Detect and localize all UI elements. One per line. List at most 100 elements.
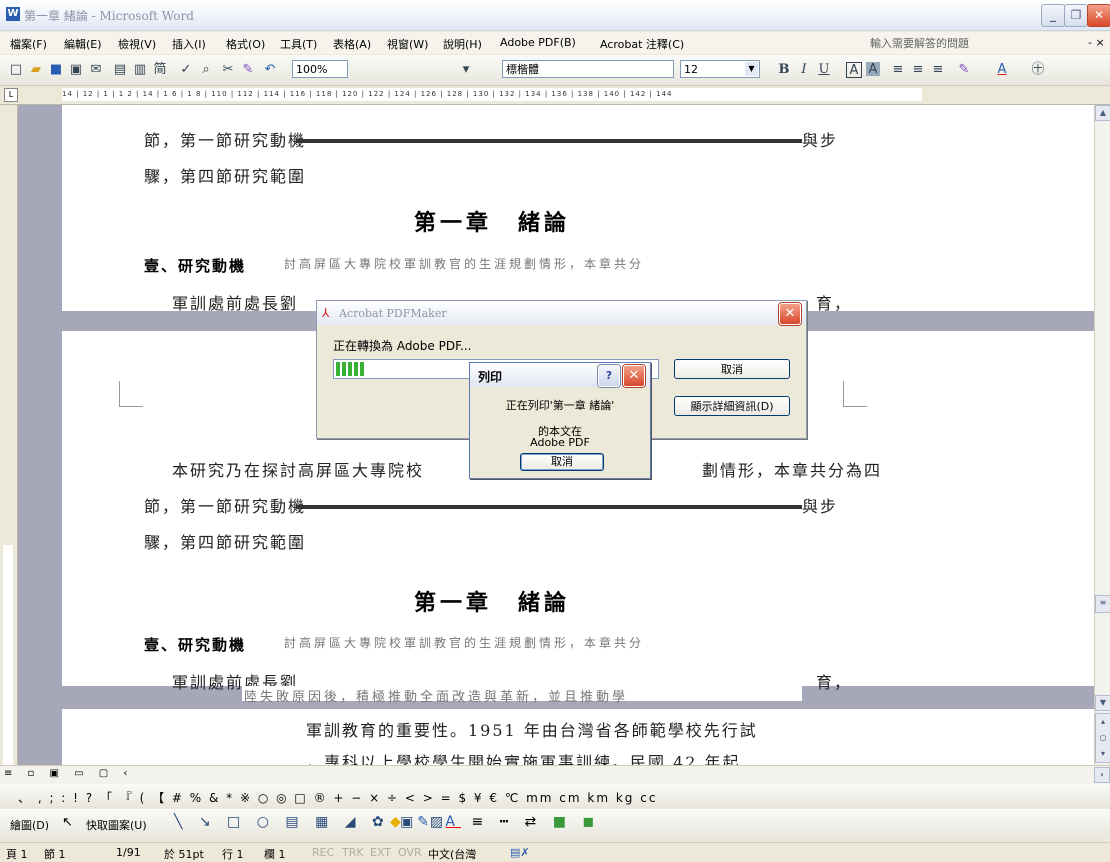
highlight-icon[interactable]: ✎ [956,62,972,78]
view-buttons[interactable]: ≡ ▫ ▣ ▭ ▢ ‹ [4,768,133,779]
text-overlap [296,505,802,509]
cancel-button[interactable]: 取消 [674,359,790,379]
menu-help[interactable]: 說明(H) [443,36,482,52]
restore-button[interactable]: ❐ [1064,4,1088,27]
word-app-icon[interactable]: W [6,7,20,21]
text-line: 驟，第四節研究範圍 [144,533,307,552]
menu-table[interactable]: 表格(A) [333,36,371,52]
cut-icon[interactable]: ✂ [220,62,236,78]
scroll-down-icon[interactable]: ▼ [1095,695,1110,711]
status-trk[interactable]: TRK [342,846,364,859]
bold-button[interactable]: B [776,62,792,78]
autoshapes-button[interactable]: 快取圖案(U) [86,817,147,833]
text-line: 與步 [802,131,839,150]
print-cancel-button[interactable]: 取消 [520,453,604,471]
toolbar: □ ▰ ■ ▣ ✉ ▤ ▥ 简 ✓ ⌕ ✂ ✎ ↶ 100% ▾ 標楷體 12 ▼… [0,55,1110,86]
close-icon[interactable]: ✕ [623,365,645,387]
status-position: 於 51pt [164,848,204,861]
status-bar: 頁 1 節 1 1/91 於 51pt 行 1 欄 1 REC TRK EXT … [0,842,1110,862]
new-document-icon[interactable]: □ [8,62,24,78]
window-title: 第一章 緒論 - Microsoft Word [24,9,194,23]
scroll-up-icon[interactable]: ▲ [1095,105,1110,121]
print-status-line: Adobe PDF [530,436,590,449]
menu-format[interactable]: 格式(O) [226,36,265,52]
print-status-line: 正在列印'第一章 緒論' [505,399,615,412]
undo-icon[interactable]: ↶ [262,62,278,78]
menu-file[interactable]: 檔案(F) [10,36,47,52]
print-preview-icon[interactable]: ▥ [132,62,148,78]
status-ext[interactable]: EXT [370,846,391,859]
status-line: 行 1 [222,848,244,861]
help-icon[interactable]: ? [598,365,620,387]
symbol-list[interactable]: 、 , ; : ! ? 「 『 ( 【 # % & * ※ ○ ◎ □ ® + … [18,789,657,806]
menu-window[interactable]: 視窗(W) [387,36,428,52]
select-cursor-icon[interactable]: ↖ [62,815,73,830]
scroll-thumb[interactable]: ≡ [1095,595,1110,613]
vertical-ruler-scale [3,545,13,765]
text-line: 育， [816,673,853,692]
open-folder-icon[interactable]: ▰ [28,62,44,78]
zoom-select[interactable]: 100% [292,60,348,78]
minimize-button[interactable]: _ [1041,4,1065,27]
print-dialog: 列印 ? ✕ 正在列印'第一章 緒論' 的本文在 Adobe PDF 取消 [469,362,651,479]
conversion-status: 正在轉換為 Adobe PDF... [333,339,472,353]
page-margin-mark [843,381,844,406]
vertical-scrollbar[interactable]: ▲ ≡ ▼ ▴ ○ ▾ [1094,105,1110,765]
dialog-title-bar: ⅄ Acrobat PDFMaker ✕ [317,301,806,325]
page-margin-mark [843,406,867,407]
page: 節，第一節研究動機 與步 驟，第四節研究範圍 第一章 緒論 壹、研究動機 討高屏… [62,105,1094,313]
align-center-icon[interactable]: ≡ [910,62,926,78]
dropdown-chevron-icon[interactable]: ▾ [458,62,474,78]
tab-selector[interactable]: L [4,88,18,102]
horizontal-scrollbar[interactable]: ≡ ▫ ▣ ▭ ▢ ‹ › [0,765,1110,784]
title-bar: W 第一章 緒論 - Microsoft Word _ ❐ ✕ [0,0,1110,31]
underline-button[interactable]: U [816,62,832,78]
status-rec[interactable]: REC [312,846,334,859]
format-painter-icon[interactable]: ✎ [240,62,256,78]
symbol-toolbar: 、 , ; : ! ? 「 『 ( 【 # % & * ※ ○ ◎ □ ® + … [0,784,1110,808]
text-line: 節，第一節研究動機 [144,131,307,150]
show-details-button[interactable]: 顯示詳細資訊(D) [674,396,790,416]
italic-button[interactable]: I [796,62,812,78]
fill-line-tools[interactable]: ◆ ✎ A ≡ ┅ ⇄ ■ ◼ [390,814,600,830]
character-border-icon[interactable]: A [846,62,862,78]
research-icon[interactable]: ⌕ [198,62,214,78]
progress-fill [336,362,364,376]
permission-icon[interactable]: ▣ [68,62,84,78]
save-icon[interactable]: ■ [48,62,64,78]
browse-object-icon[interactable]: ▴ ○ ▾ [1095,713,1110,763]
text-line: 軍訓教育的重要性。1951 年由台灣省各師範學校先行試 [306,721,758,740]
font-size-select[interactable]: 12 ▼ [680,60,760,78]
dialog-title: 列印 [478,370,503,384]
scroll-right-icon[interactable]: › [1094,767,1110,783]
character-shading-icon[interactable]: A [866,62,880,77]
status-ovr[interactable]: OVR [398,846,422,859]
enclose-characters-icon[interactable]: ㊉ [1030,62,1046,78]
close-document-button[interactable]: - × [1088,36,1105,49]
help-question-input[interactable]: 輸入需要解答的問題 [870,35,1070,51]
close-button[interactable]: ✕ [1087,4,1110,27]
text-line: 節，第一節研究動機 [144,497,307,516]
menu-edit[interactable]: 編輯(E) [64,36,102,52]
font-name-select[interactable]: 標楷體 [502,60,674,78]
align-left-icon[interactable]: ≡ [890,62,906,78]
spelling-status-icon[interactable]: ▤✗ [510,846,530,859]
menu-view[interactable]: 檢視(V) [118,36,156,52]
print-icon[interactable]: ▤ [112,62,128,78]
menu-insert[interactable]: 插入(I) [172,36,206,52]
close-icon[interactable]: ✕ [779,303,801,325]
horizontal-ruler[interactable]: L 14 | 12 | 1 | 1 2 | 14 | 1 6 | 1 8 | 1… [0,86,1110,105]
draw-menu-button[interactable]: 繪圖(D) [10,817,49,833]
vertical-ruler[interactable] [0,105,18,765]
section-heading: 壹、研究動機 [144,636,247,654]
text-line: 本研究乃在探討高屏區大專院校 [172,461,425,480]
chinese-conversion-icon[interactable]: 简 [152,62,168,78]
menu-tools[interactable]: 工具(T) [280,36,317,52]
font-color-icon[interactable]: A [994,62,1010,78]
menu-adobe-pdf[interactable]: Adobe PDF(B) [500,36,576,49]
chevron-down-icon: ▼ [745,62,758,76]
spelling-icon[interactable]: ✓ [178,62,194,78]
email-icon[interactable]: ✉ [88,62,104,78]
align-right-icon[interactable]: ≡ [930,62,946,78]
menu-acrobat-comments[interactable]: Acrobat 注釋(C) [600,36,684,52]
